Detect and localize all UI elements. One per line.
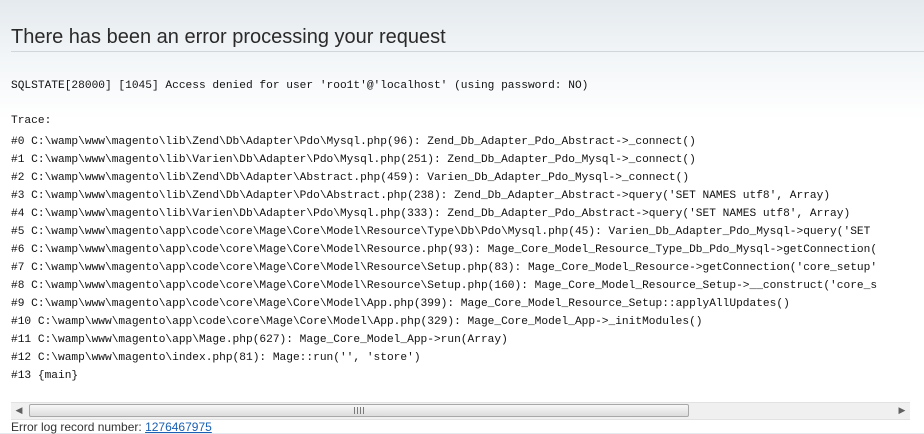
- trace-block[interactable]: #0 C:\wamp\www\magento\lib\Zend\Db\Adapt…: [11, 133, 924, 397]
- arrow-left-icon[interactable]: ◀: [11, 403, 27, 419]
- error-log-footer: Error log record number: 1276467975: [11, 420, 212, 434]
- trace-line: #2 C:\wamp\www\magento\lib\Zend\Db\Adapt…: [11, 172, 690, 184]
- trace-line: #12 C:\wamp\www\magento\index.php(81): M…: [11, 352, 421, 364]
- trace-line: #11 C:\wamp\www\magento\app\Mage.php(627…: [11, 334, 508, 346]
- trace-line: #5 C:\wamp\www\magento\app\code\core\Mag…: [11, 226, 871, 238]
- trace-line: #13 {main}: [11, 370, 79, 382]
- trace-line: #0 C:\wamp\www\magento\lib\Zend\Db\Adapt…: [11, 136, 696, 148]
- trace-line: #1 C:\wamp\www\magento\lib\Varien\Db\Ada…: [11, 154, 696, 166]
- error-message: SQLSTATE[28000] [1045] Access denied for…: [11, 80, 589, 92]
- grip-icon: [354, 407, 364, 414]
- page-title: There has been an error processing your …: [11, 26, 446, 48]
- error-log-label: Error log record number:: [11, 420, 142, 434]
- trace-heading: Trace:: [11, 115, 52, 127]
- trace-line: #6 C:\wamp\www\magento\app\code\core\Mag…: [11, 244, 878, 256]
- error-log-record-link[interactable]: 1276467975: [145, 420, 212, 434]
- horizontal-scrollbar[interactable]: ◀ ▶: [11, 402, 910, 420]
- trace-line: #3 C:\wamp\www\magento\lib\Zend\Db\Adapt…: [11, 190, 831, 202]
- trace-line: #7 C:\wamp\www\magento\app\code\core\Mag…: [11, 262, 878, 274]
- scrollbar-thumb[interactable]: [29, 404, 689, 417]
- trace-line: #10 C:\wamp\www\magento\app\code\core\Ma…: [11, 316, 703, 328]
- trace-line: #9 C:\wamp\www\magento\app\code\core\Mag…: [11, 298, 790, 310]
- trace-line: #8 C:\wamp\www\magento\app\code\core\Mag…: [11, 280, 878, 292]
- arrow-right-icon[interactable]: ▶: [894, 403, 910, 419]
- trace-line: #4 C:\wamp\www\magento\lib\Varien\Db\Ada…: [11, 208, 851, 220]
- title-divider: [11, 51, 924, 52]
